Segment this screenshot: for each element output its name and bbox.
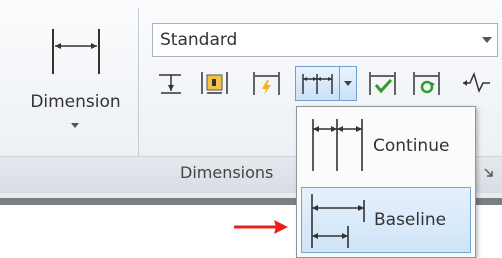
dimension-tool-7-icon: [463, 71, 490, 94]
split-divider: [339, 67, 340, 100]
dimension-tool-2-icon: [201, 72, 228, 94]
caret-down-icon: [71, 123, 79, 128]
continue-dimension-icon: [312, 119, 363, 171]
dimension-tool-7-button[interactable]: [458, 67, 494, 100]
dimension-button[interactable]: Dimension: [18, 14, 133, 144]
dimension-tool-3-button[interactable]: [249, 67, 285, 100]
continue-split-icon: [302, 74, 333, 94]
dimension-tool-2-button[interactable]: [196, 67, 232, 100]
panel-title: Dimensions: [180, 163, 274, 182]
ribbon-separator: [138, 8, 139, 156]
continue-baseline-dropdown: Continue Baseline: [296, 106, 476, 258]
dimension-tool-1-button[interactable]: [153, 67, 189, 100]
dimension-tool-5-icon: [369, 72, 396, 95]
dropdown-item-label: Baseline: [374, 210, 447, 230]
linear-dimension-icon: [52, 29, 100, 74]
dimension-tool-5-button[interactable]: [365, 67, 401, 100]
baseline-dimension-icon: [311, 194, 365, 248]
dimension-tool-3-icon: [253, 72, 280, 95]
panel-launcher-icon[interactable]: [484, 168, 494, 178]
red-arrow-icon: [234, 220, 288, 234]
dropdown-item-continue[interactable]: Continue: [301, 113, 471, 179]
dimension-button-label: Dimension: [30, 92, 121, 112]
dropdown-item-baseline[interactable]: Baseline: [301, 187, 471, 253]
chevron-down-icon[interactable]: [343, 80, 353, 88]
dimension-style-combo[interactable]: Standard: [152, 23, 498, 57]
continue-split-button[interactable]: [295, 66, 357, 101]
dimension-tool-6-button[interactable]: [409, 67, 445, 100]
dimension-tool-6-icon: [413, 72, 440, 95]
dropdown-item-label: Continue: [373, 136, 450, 156]
dimension-tool-1-icon: [159, 74, 181, 94]
dimension-style-value: Standard: [160, 30, 238, 50]
chevron-down-icon: [482, 37, 492, 43]
